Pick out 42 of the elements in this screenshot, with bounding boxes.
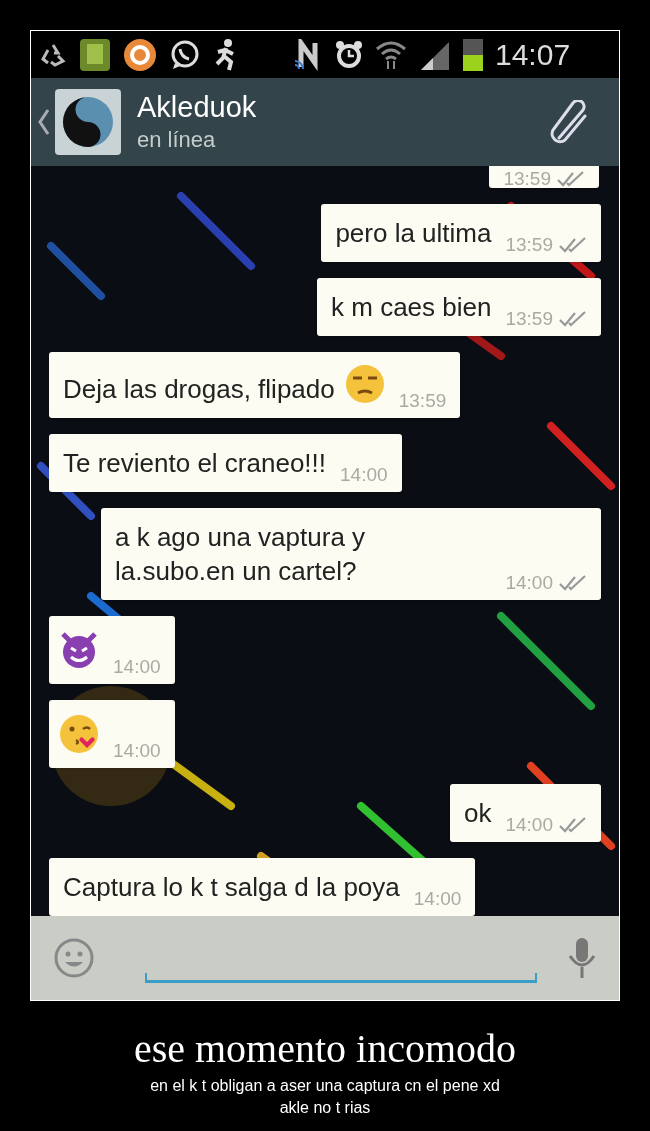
message-input-field[interactable] bbox=[145, 973, 537, 983]
message-text: Deja las drogas, flipado bbox=[63, 373, 335, 406]
contact-status: en línea bbox=[137, 126, 217, 154]
poster-subtitle: en el k t obligan a aser una captura cn el pene xd bbox=[150, 1076, 500, 1096]
app-icon bbox=[79, 37, 111, 72]
back-icon[interactable] bbox=[37, 108, 51, 136]
message-time: 14:00 bbox=[113, 657, 161, 676]
message-text: ok bbox=[464, 797, 492, 830]
double-check-icon bbox=[559, 310, 587, 327]
wifi-icon bbox=[375, 38, 407, 71]
message-time: 14:00 bbox=[505, 815, 553, 834]
contact-avatar[interactable] bbox=[55, 89, 121, 155]
message-time: 14:00 bbox=[413, 889, 462, 908]
app-icon bbox=[123, 37, 157, 72]
alarm-clock-icon bbox=[335, 39, 363, 70]
double-check-icon bbox=[557, 170, 585, 187]
message-time: 14:00 bbox=[340, 465, 388, 484]
message-text: Te reviento el craneo!!! bbox=[63, 447, 327, 480]
poster-title: ese momento incomodo bbox=[133, 1025, 517, 1073]
message-time: 14:00 bbox=[113, 741, 161, 760]
message-time: 13:59 bbox=[505, 309, 553, 328]
kissing-face-icon bbox=[59, 714, 99, 754]
message-time: 13:59 bbox=[398, 391, 447, 410]
clock-time: 14:07 bbox=[495, 39, 571, 70]
double-check-icon bbox=[559, 816, 587, 833]
message-text: a k ago una vaptura y la.subo.en un cartel? bbox=[115, 521, 367, 588]
devil-face-icon bbox=[59, 630, 99, 670]
message-text: pero la ultima bbox=[335, 217, 492, 250]
yin-yang-icon bbox=[61, 95, 115, 149]
microphone-icon[interactable] bbox=[567, 936, 597, 980]
unamused-face-icon bbox=[344, 364, 385, 404]
double-check-icon bbox=[559, 574, 587, 591]
message-text: k m caes bien bbox=[331, 291, 492, 324]
battery-icon bbox=[463, 38, 483, 71]
poster-subtitle: akle no t rias bbox=[279, 1098, 371, 1118]
double-check-icon bbox=[559, 236, 587, 253]
message-time: 13:59 bbox=[503, 169, 551, 188]
contact-name: Akleduok bbox=[137, 90, 258, 125]
chat-bubble-icon bbox=[169, 38, 201, 71]
message-time: 14:00 bbox=[505, 573, 553, 592]
message-time: 13:59 bbox=[505, 235, 553, 254]
message-text: Captura lo k t salga d la poya bbox=[63, 871, 400, 904]
